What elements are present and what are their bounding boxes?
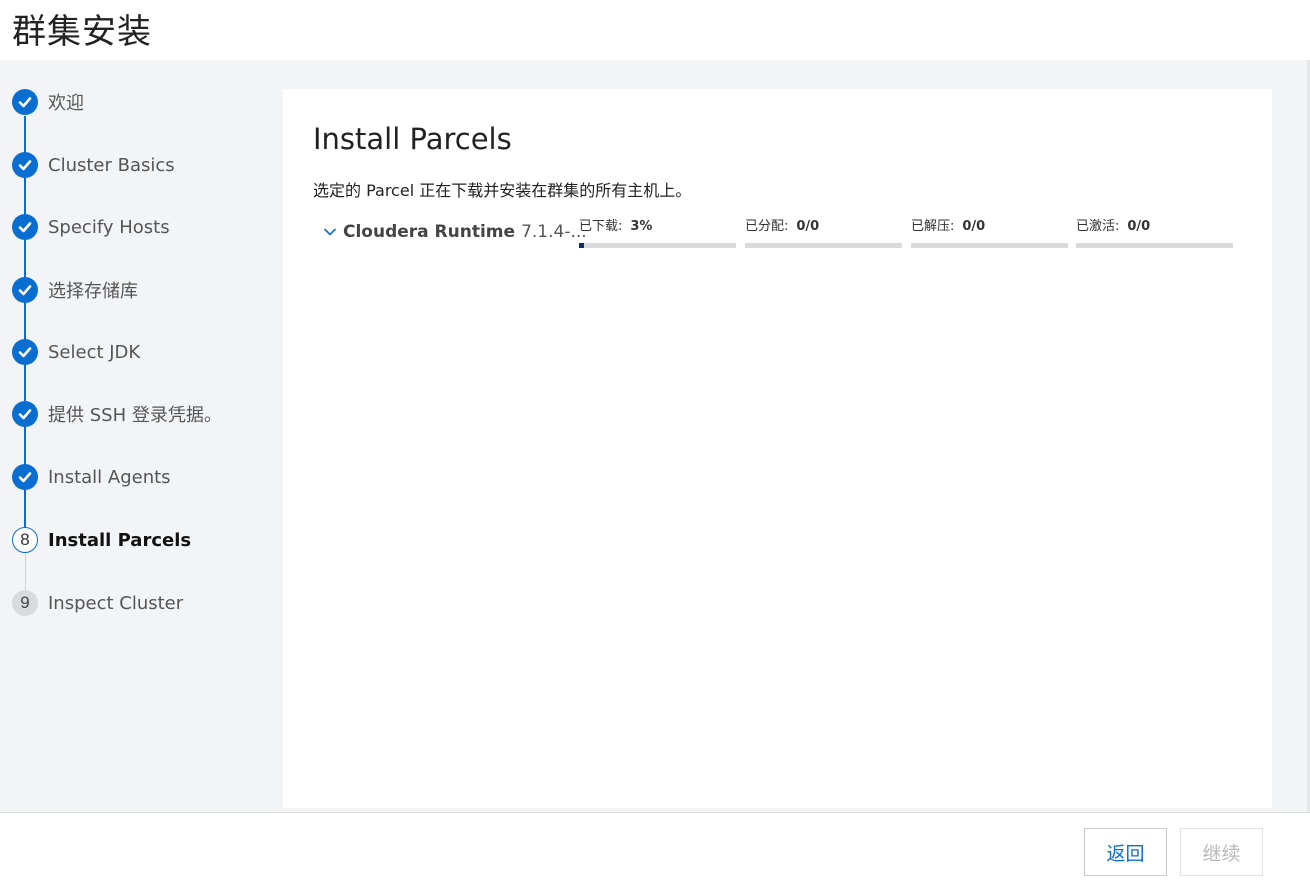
step-cluster-basics[interactable]: Cluster Basics: [12, 150, 272, 180]
step-label: 选择存储库: [48, 281, 138, 302]
wizard-steps-sidebar: 欢迎 Cluster Basics Specify Hosts 选择存储库 Se…: [0, 60, 280, 812]
check-circle-icon: [12, 401, 38, 427]
page-header: 群集安装: [0, 0, 1310, 60]
step-label: Specify Hosts: [48, 216, 170, 238]
section-title: Install Parcels: [313, 122, 512, 156]
continue-button: 继续: [1180, 828, 1263, 876]
stage-label: 已分配:: [745, 219, 789, 234]
step-inspect-cluster: 9 Inspect Cluster: [12, 588, 272, 618]
progress-bar: [1076, 243, 1233, 248]
step-welcome[interactable]: 欢迎: [12, 87, 272, 117]
step-ssh-credentials[interactable]: 提供 SSH 登录凭据。: [12, 399, 272, 429]
stage-label: 已激活:: [1076, 219, 1120, 234]
step-label: Install Agents: [48, 466, 171, 488]
stage-label: 已解压:: [911, 219, 955, 234]
check-circle-icon: [12, 277, 38, 303]
step-number-badge: 9: [12, 590, 38, 616]
wizard-footer: 返回 继续: [0, 812, 1310, 889]
back-button[interactable]: 返回: [1084, 828, 1167, 876]
check-circle-icon: [12, 152, 38, 178]
stage-unpacked: 已解压: 0/0: [911, 219, 1068, 251]
progress-bar: [911, 243, 1068, 248]
stage-activated: 已激活: 0/0: [1076, 219, 1233, 251]
parcel-row: Cloudera Runtime 7.1.4-... 已下载: 3% 已分配: 0/…: [323, 219, 1243, 259]
check-circle-icon: [12, 89, 38, 115]
progress-fill: [579, 243, 584, 248]
step-label: Select JDK: [48, 341, 141, 363]
stage-downloaded: 已下载: 3%: [579, 219, 736, 251]
parcel-expand-toggle[interactable]: Cloudera Runtime 7.1.4-...: [323, 222, 587, 242]
step-label: Inspect Cluster: [48, 592, 184, 614]
parcel-version: 7.1.4-...: [521, 222, 587, 242]
check-circle-icon: [12, 339, 38, 365]
progress-bar: [745, 243, 902, 248]
step-label: Install Parcels: [48, 529, 192, 551]
stage-value: 0/0: [1127, 219, 1151, 234]
step-select-repository[interactable]: 选择存储库: [12, 275, 272, 305]
stage-label: 已下载:: [579, 219, 623, 234]
stage-value: 0/0: [796, 219, 820, 234]
stage-value: 0/0: [962, 219, 986, 234]
section-description: 选定的 Parcel 正在下载并安装在群集的所有主机上。: [313, 181, 692, 200]
stage-value: 3%: [630, 219, 653, 234]
step-label: 欢迎: [48, 93, 84, 114]
progress-bar: [579, 243, 736, 248]
step-number-badge: 8: [12, 527, 38, 553]
step-specify-hosts[interactable]: Specify Hosts: [12, 212, 272, 242]
step-label: Cluster Basics: [48, 154, 175, 176]
parcel-name: Cloudera Runtime: [343, 222, 516, 242]
stage-distributed: 已分配: 0/0: [745, 219, 902, 251]
check-circle-icon: [12, 214, 38, 240]
page-title: 群集安装: [12, 12, 152, 52]
check-circle-icon: [12, 464, 38, 490]
content-panel: Install Parcels 选定的 Parcel 正在下载并安装在群集的所有…: [283, 89, 1272, 808]
step-install-agents[interactable]: Install Agents: [12, 462, 272, 492]
step-install-parcels[interactable]: 8 Install Parcels: [12, 525, 272, 555]
step-label: 提供 SSH 登录凭据。: [48, 405, 222, 426]
chevron-down-icon: [323, 227, 337, 237]
step-select-jdk[interactable]: Select JDK: [12, 337, 272, 367]
